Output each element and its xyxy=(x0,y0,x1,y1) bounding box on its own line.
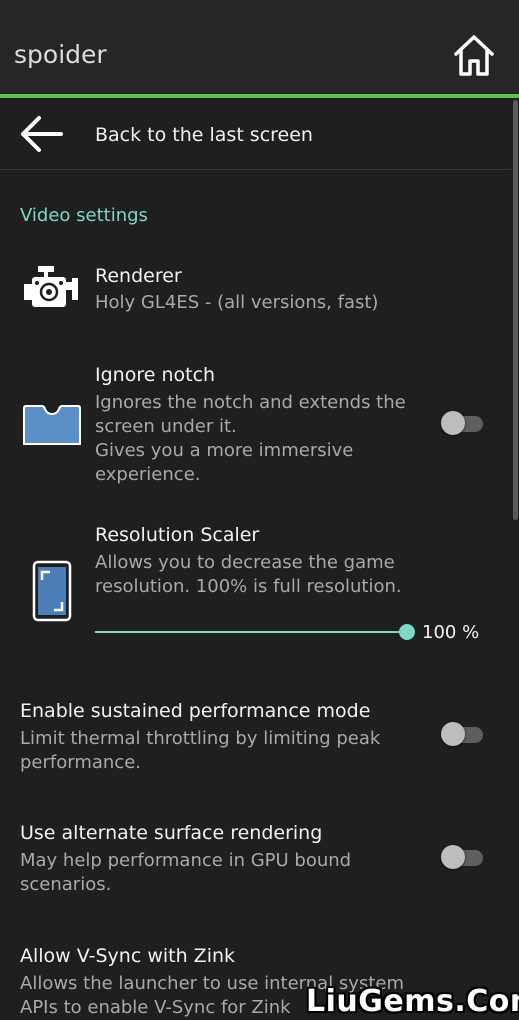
renderer-summary: Holy GL4ES - (all versions, fast) xyxy=(95,292,379,313)
resolution-scaler-title: Resolution Scaler xyxy=(95,524,260,546)
section-header-video: Video settings xyxy=(20,205,148,226)
ignore-notch-summary-line-3: Gives you a more immersive xyxy=(95,440,354,461)
watermark: LiuGems.Com xyxy=(306,984,519,1019)
app-title: spoider xyxy=(14,40,107,69)
switch-thumb xyxy=(441,722,465,746)
resolution-slider-value: 100 % xyxy=(422,622,480,643)
home-icon xyxy=(454,35,494,76)
renderer-title: Renderer xyxy=(95,265,182,287)
ignore-notch-title: Ignore notch xyxy=(95,364,216,386)
back-row[interactable]: Back to the last screen xyxy=(0,98,511,170)
switch-thumb xyxy=(441,411,465,435)
alternate-surface-summary-line-2: scenarios. xyxy=(20,874,112,895)
vsync-zink-title: Allow V-Sync with Zink xyxy=(20,945,236,967)
ignore-notch-summary-line-4: experience. xyxy=(95,464,201,485)
alternate-surface-switch[interactable] xyxy=(441,845,485,869)
resolution-scaler-summary-line-1: Allows you to decrease the game xyxy=(95,552,395,573)
sustained-performance-summary-line-2: performance. xyxy=(20,752,141,773)
back-label: Back to the last screen xyxy=(95,124,313,146)
slider-thumb[interactable] xyxy=(399,624,415,640)
notch-phone-icon xyxy=(23,405,81,445)
ignore-notch-summary-line-1: Ignores the notch and extends the xyxy=(95,392,406,413)
alternate-surface-title: Use alternate surface rendering xyxy=(20,822,323,844)
ignore-notch-switch[interactable] xyxy=(441,411,485,435)
alternate-surface-summary-line-1: May help performance in GPU bound xyxy=(20,850,352,871)
switch-thumb xyxy=(441,845,465,869)
app-bar: spoider xyxy=(0,0,519,96)
resolution-slider[interactable] xyxy=(95,622,415,642)
sustained-performance-title: Enable sustained performance mode xyxy=(20,700,371,722)
vsync-zink-summary-line-2: APIs to enable V-Sync for Zink xyxy=(20,997,291,1018)
engine-icon xyxy=(24,266,78,307)
slider-track xyxy=(95,631,407,633)
arrow-left-icon xyxy=(21,116,63,152)
home-button[interactable] xyxy=(451,32,497,78)
sustained-performance-switch[interactable] xyxy=(441,722,485,746)
phone-resize-icon xyxy=(32,560,72,622)
resolution-scaler-summary-line-2: resolution. 100% is full resolution. xyxy=(95,576,402,597)
ignore-notch-summary-line-2: screen under it. xyxy=(95,416,237,437)
scrollbar[interactable] xyxy=(513,100,518,520)
sustained-performance-summary-line-1: Limit thermal throttling by limiting pea… xyxy=(20,728,381,749)
